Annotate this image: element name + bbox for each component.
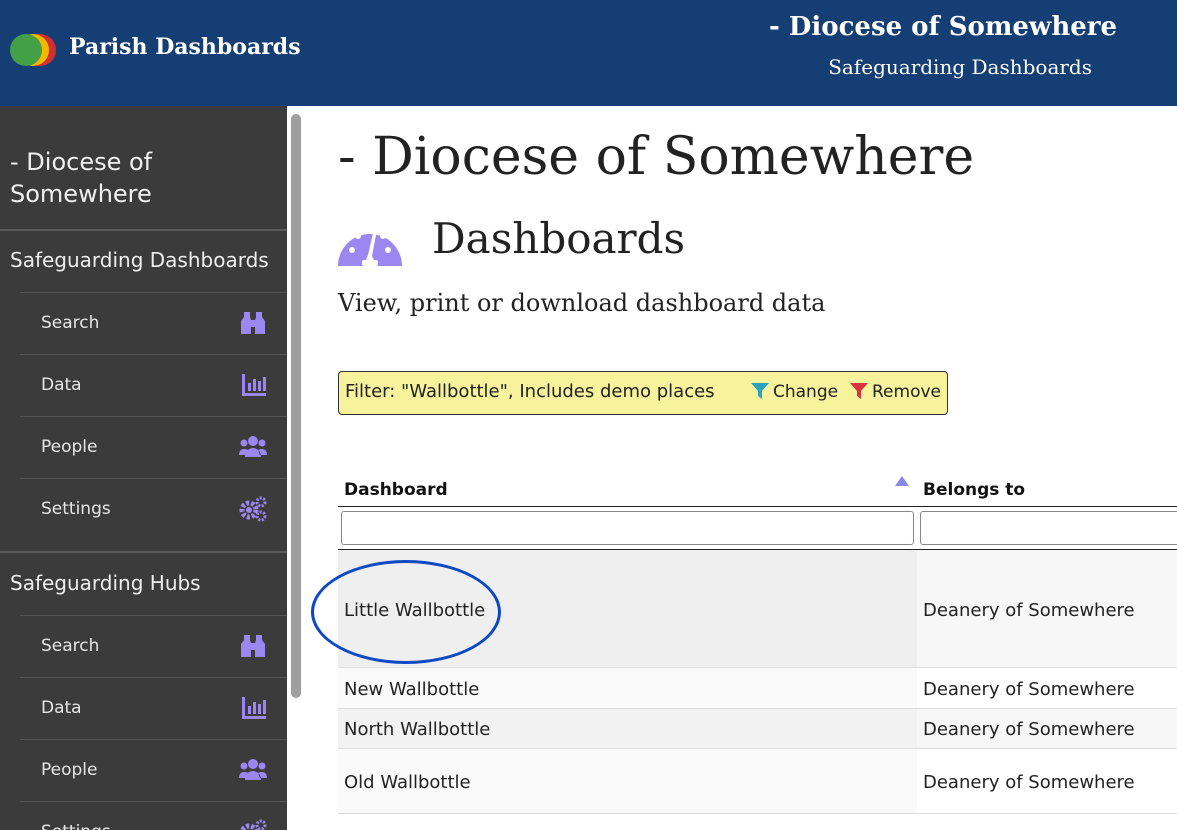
filter-remove-label: Remove <box>872 382 941 402</box>
belongs-to-value: Deanery of Somewhere <box>923 679 1135 700</box>
filter-remove-button[interactable]: Remove <box>850 382 941 402</box>
app-title[interactable]: Parish Dashboards <box>69 34 301 60</box>
binoculars-icon <box>241 635 265 657</box>
sidebar-item-label: People <box>41 760 98 780</box>
sidebar: - Diocese of Somewhere Safeguarding Dash… <box>0 106 287 830</box>
sidebar-section-hubs[interactable]: Safeguarding Hubs <box>10 571 201 595</box>
sidebar-item-label: Search <box>41 636 100 656</box>
belongs-to-value: Deanery of Somewhere <box>923 772 1135 793</box>
sort-ascending-icon[interactable] <box>895 476 909 486</box>
sidebar-item-hubs-people[interactable]: People <box>20 739 287 802</box>
sidebar-scrollbar-thumb[interactable] <box>291 114 301 698</box>
dashboard-gauge-icon <box>338 229 402 266</box>
dashboard-name[interactable]: New Wallbottle <box>344 679 479 700</box>
table-cell: Deanery of Somewhere <box>917 709 1177 748</box>
sidebar-item-hubs-data[interactable]: Data <box>20 677 287 740</box>
filter-change-button[interactable]: Change <box>751 382 838 402</box>
sidebar-item-dashboards-people[interactable]: People <box>20 416 287 479</box>
sidebar-item-label: People <box>41 437 98 457</box>
dashboards-description: View, print or download dashboard data <box>338 289 826 317</box>
highlight-circle-annotation <box>311 560 501 664</box>
header-diocese-title: - Diocese of Somewhere <box>768 12 1117 42</box>
belongs-to-value: Deanery of Somewhere <box>923 600 1135 621</box>
table-row[interactable]: Old Wallbottle Deanery of Somewhere <box>338 749 1177 814</box>
belongs-to-column-filter-input[interactable] <box>920 511 1177 545</box>
belongs-to-value: Deanery of Somewhere <box>923 719 1135 740</box>
sidebar-item-label: Settings <box>41 822 111 830</box>
filter-icon <box>751 383 769 399</box>
sidebar-item-hubs-settings[interactable]: Settings <box>20 801 287 830</box>
filter-text: Filter: "Wallbottle", Includes demo plac… <box>345 381 715 402</box>
chart-icon <box>242 697 266 719</box>
sidebar-item-dashboards-search[interactable]: Search <box>20 292 287 355</box>
column-header-dashboard[interactable]: Dashboard <box>344 480 448 500</box>
table-row[interactable]: North Wallbottle Deanery of Somewhere <box>338 709 1177 749</box>
table-cell: North Wallbottle <box>338 709 917 748</box>
binoculars-icon <box>241 312 265 334</box>
top-header: Parish Dashboards - Diocese of Somewhere… <box>0 0 1177 106</box>
sidebar-item-dashboards-settings[interactable]: Settings <box>20 478 287 541</box>
table-row[interactable]: New Wallbottle Deanery of Somewhere <box>338 668 1177 709</box>
sidebar-section-dashboards[interactable]: Safeguarding Dashboards <box>10 248 269 272</box>
sidebar-item-label: Settings <box>41 499 111 519</box>
sidebar-divider <box>0 229 287 231</box>
dashboard-name[interactable]: North Wallbottle <box>344 719 490 740</box>
sidebar-item-label: Data <box>41 698 82 718</box>
table-cell: Old Wallbottle <box>338 749 917 813</box>
chart-icon <box>242 374 266 396</box>
table-cell: Deanery of Somewhere <box>917 668 1177 708</box>
dashboard-column-filter-input[interactable] <box>341 511 914 545</box>
sidebar-divider <box>0 551 287 553</box>
sidebar-item-label: Search <box>41 313 100 333</box>
table-cell: Deanery of Somewhere <box>917 550 1177 667</box>
dashboards-heading: Dashboards <box>432 214 686 263</box>
table-cell: New Wallbottle <box>338 668 917 708</box>
filter-change-label: Change <box>773 382 839 402</box>
filter-remove-icon <box>850 383 868 399</box>
page-title: - Diocese of Somewhere <box>338 127 975 187</box>
header-diocese-subtitle: Safeguarding Dashboards <box>828 55 1092 79</box>
sidebar-item-dashboards-data[interactable]: Data <box>20 354 287 417</box>
cogs-icon <box>239 819 267 830</box>
sidebar-diocese-name[interactable]: - Diocese of Somewhere <box>10 146 210 210</box>
table-cell: Deanery of Somewhere <box>917 749 1177 813</box>
users-icon <box>239 436 267 457</box>
users-icon <box>239 759 267 780</box>
sidebar-item-label: Data <box>41 375 82 395</box>
cogs-icon <box>239 496 267 522</box>
column-header-belongs-to[interactable]: Belongs to <box>923 480 1025 500</box>
logo-icon[interactable] <box>10 34 56 68</box>
table-header-divider <box>338 506 1177 507</box>
sidebar-item-hubs-search[interactable]: Search <box>20 615 287 678</box>
dashboard-name[interactable]: Old Wallbottle <box>344 772 471 793</box>
filter-bar: Filter: "Wallbottle", Includes demo plac… <box>338 371 948 415</box>
